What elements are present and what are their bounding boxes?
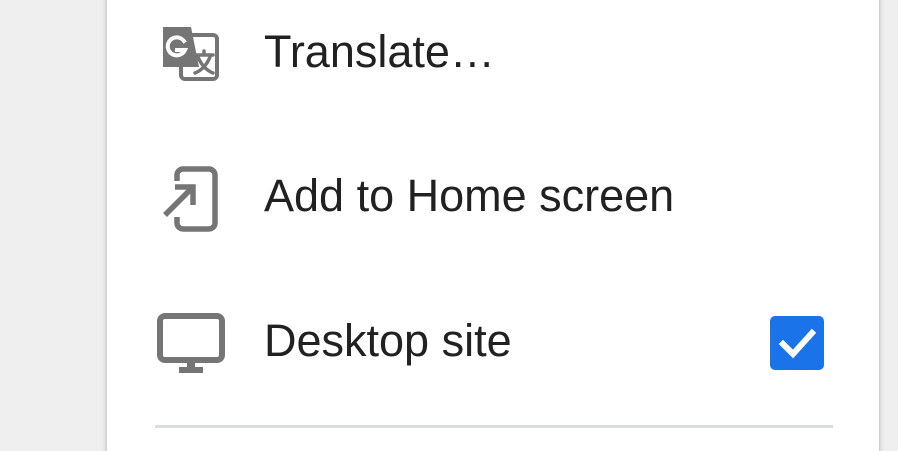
add-to-home-screen-icon — [157, 165, 225, 233]
overflow-menu: Translate… Add to Home screen Desktop si… — [107, 0, 879, 451]
menu-item-translate[interactable]: Translate… — [107, 0, 879, 107]
menu-item-add-to-home-screen[interactable]: Add to Home screen — [107, 141, 879, 251]
screen: Translate… Add to Home screen Desktop si… — [0, 0, 898, 451]
translate-icon — [157, 21, 225, 89]
desktop-site-checkbox[interactable] — [770, 316, 824, 370]
check-icon — [778, 328, 817, 359]
menu-item-desktop-site[interactable]: Desktop site — [107, 286, 879, 396]
desktop-icon — [157, 310, 225, 378]
menu-divider — [155, 425, 833, 428]
menu-item-label: Add to Home screen — [264, 170, 675, 221]
menu-item-label: Desktop site — [264, 315, 512, 366]
menu-item-label: Translate… — [264, 26, 495, 77]
